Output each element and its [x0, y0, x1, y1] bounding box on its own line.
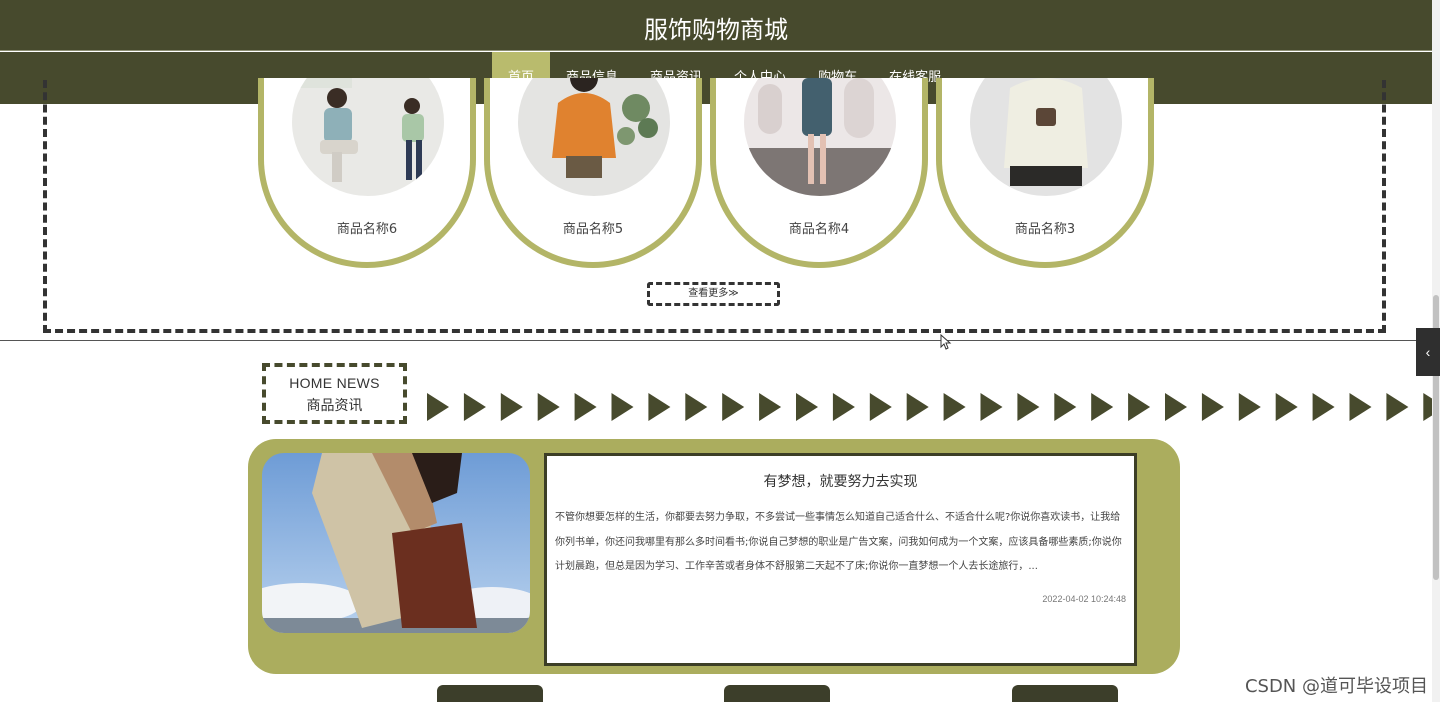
arrow-icon [463, 393, 486, 421]
arrow-icon [943, 393, 966, 421]
arrow-icon [1128, 393, 1151, 421]
news-panel: 有梦想，就要努力去实现 不管你想要怎样的生活，你都要去努力争取，不多尝试一些事情… [248, 439, 1180, 674]
arrow-icon [574, 393, 597, 421]
arrow-icon [611, 393, 634, 421]
arrow-icon [1275, 393, 1298, 421]
arrow-icon [759, 393, 782, 421]
arrow-icon [1091, 393, 1114, 421]
news-image[interactable] [262, 453, 530, 633]
product-name[interactable]: 商品名称4 [716, 218, 922, 237]
arrow-icon [537, 393, 560, 421]
product-name[interactable]: 商品名称3 [942, 218, 1148, 237]
bottom-tab-button[interactable] [1012, 685, 1118, 702]
product-image[interactable] [744, 78, 896, 196]
view-more-button[interactable]: 查看更多≫ [647, 282, 780, 306]
arrow-icon [1017, 393, 1040, 421]
arrow-icon [1201, 393, 1224, 421]
arrow-icon [796, 393, 818, 421]
site-title: 服饰购物商城 [644, 16, 788, 44]
product-image[interactable] [970, 78, 1122, 196]
product-image[interactable] [518, 78, 670, 196]
arrow-icon [500, 393, 523, 421]
news-card[interactable]: 有梦想，就要努力去实现 不管你想要怎样的生活，你都要去努力争取，不多尝试一些事情… [544, 453, 1137, 666]
arrow-icon [906, 393, 929, 421]
news-date: 2022-04-02 10:24:48 [1042, 594, 1126, 604]
chevron-left-icon: ‹ [1425, 344, 1431, 360]
news-title-cn: 商品资讯 [306, 398, 363, 414]
arrow-icon [832, 393, 855, 421]
news-headline[interactable]: 有梦想，就要努力去实现 [547, 471, 1134, 491]
header-bar: 服饰购物商城 [0, 0, 1432, 51]
arrow-icon [980, 393, 1003, 421]
product-image[interactable] [292, 78, 444, 196]
arrow-icon [1312, 393, 1335, 421]
arrow-icon [648, 393, 671, 421]
arrow-icon [1349, 393, 1372, 421]
arrow-icon [427, 393, 449, 421]
mouse-cursor-icon [940, 334, 952, 350]
arrow-icon [1238, 393, 1261, 421]
section-divider [0, 340, 1432, 341]
product-name[interactable]: 商品名称5 [490, 218, 696, 237]
arrow-icon [869, 393, 892, 421]
news-body: 不管你想要怎样的生活，你都要去努力争取，不多尝试一些事情怎么知道自己适合什么、不… [555, 512, 1122, 572]
arrow-icon [1423, 393, 1432, 421]
decorative-arrows [427, 393, 1432, 421]
bottom-tab-button[interactable] [437, 685, 543, 702]
arrow-icon [685, 393, 708, 421]
sidebar-toggle-button[interactable]: ‹ [1416, 328, 1440, 376]
arrow-icon [722, 393, 745, 421]
arrow-icon [1054, 393, 1077, 421]
watermark: CSDN @道可毕设项目 [1244, 676, 1428, 697]
news-title-en: HOME NEWS [289, 375, 380, 391]
bottom-tab-button[interactable] [724, 685, 830, 702]
news-section-title: HOME NEWS 商品资讯 [262, 363, 407, 424]
arrow-icon [1165, 393, 1187, 421]
product-name[interactable]: 商品名称6 [264, 218, 470, 237]
arrow-icon [1386, 393, 1409, 421]
